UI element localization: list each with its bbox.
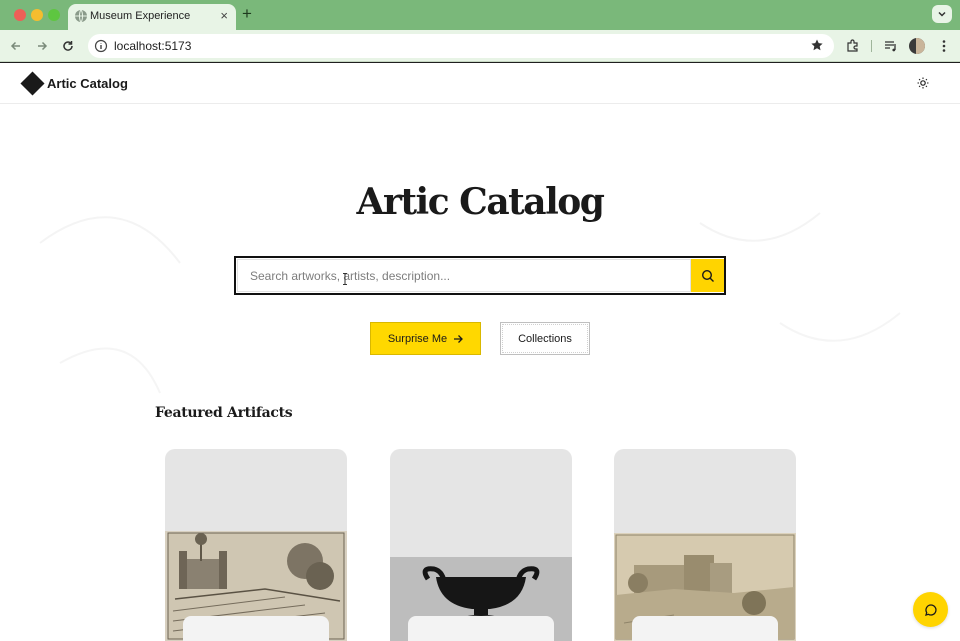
logo-diamond-icon[interactable] xyxy=(20,71,45,96)
page-title: Artic Catalog xyxy=(356,181,605,223)
surprise-me-button[interactable]: Surprise Me xyxy=(370,322,481,355)
site-info-icon[interactable] xyxy=(94,39,108,53)
theme-toggle-button[interactable] xyxy=(915,75,931,91)
logo-text[interactable]: Artic Catalog xyxy=(47,76,128,91)
media-icon xyxy=(885,41,896,52)
media-controls-button[interactable] xyxy=(883,38,899,54)
browser-tab-bar: Museum Experience × + xyxy=(0,0,960,30)
tab-search-button[interactable] xyxy=(932,5,952,23)
extensions-icon xyxy=(847,39,858,52)
forward-button[interactable] xyxy=(32,36,52,56)
back-button[interactable] xyxy=(6,36,26,56)
search-field-wrapper xyxy=(237,259,691,292)
web-page: Artic Catalog Artic Catalog Surprise Me … xyxy=(0,63,960,641)
search-button[interactable] xyxy=(691,259,724,292)
collections-button[interactable]: Collections xyxy=(500,322,590,355)
window-zoom-button[interactable] xyxy=(48,9,60,21)
arrow-right-icon xyxy=(454,334,464,343)
reload-button[interactable] xyxy=(58,36,78,56)
window-minimize-button[interactable] xyxy=(31,9,43,21)
artifact-card[interactable] xyxy=(390,449,572,641)
globe-icon xyxy=(75,9,87,23)
menu-dots-icon xyxy=(942,40,946,52)
artifact-card[interactable] xyxy=(614,449,796,641)
browser-menu-button[interactable] xyxy=(936,38,952,54)
text-cursor-icon xyxy=(343,273,347,285)
profile-avatar[interactable] xyxy=(909,38,925,54)
tab-close-button[interactable]: × xyxy=(220,8,228,23)
chevron-down-icon xyxy=(938,11,946,17)
extensions-button[interactable] xyxy=(845,38,861,54)
forward-icon xyxy=(38,41,48,51)
sun-icon xyxy=(917,77,929,89)
featured-artifacts-heading: Featured Artifacts xyxy=(155,405,293,421)
address-bar[interactable]: localhost:5173 xyxy=(88,34,834,58)
search-box xyxy=(234,256,726,295)
new-tab-button[interactable]: + xyxy=(242,4,252,24)
card-caption xyxy=(632,616,778,641)
collections-label: Collections xyxy=(518,332,572,345)
browser-toolbar: localhost:5173 xyxy=(0,30,960,62)
app-header: Artic Catalog xyxy=(0,63,960,104)
search-icon xyxy=(701,269,714,282)
surprise-me-label: Surprise Me xyxy=(387,332,448,345)
browser-tab[interactable]: Museum Experience × xyxy=(68,4,236,30)
url-text[interactable]: localhost:5173 xyxy=(114,39,191,53)
reload-icon xyxy=(63,41,73,51)
chat-icon xyxy=(924,603,937,616)
search-input[interactable] xyxy=(250,260,680,291)
card-caption xyxy=(183,616,329,641)
star-icon[interactable] xyxy=(810,38,824,52)
back-icon xyxy=(10,41,20,51)
toolbar-divider xyxy=(871,40,872,52)
tab-title: Museum Experience xyxy=(90,10,191,22)
card-caption xyxy=(408,616,554,641)
artifact-card[interactable] xyxy=(165,449,347,641)
chat-button[interactable] xyxy=(913,592,948,627)
window-close-button[interactable] xyxy=(14,9,26,21)
